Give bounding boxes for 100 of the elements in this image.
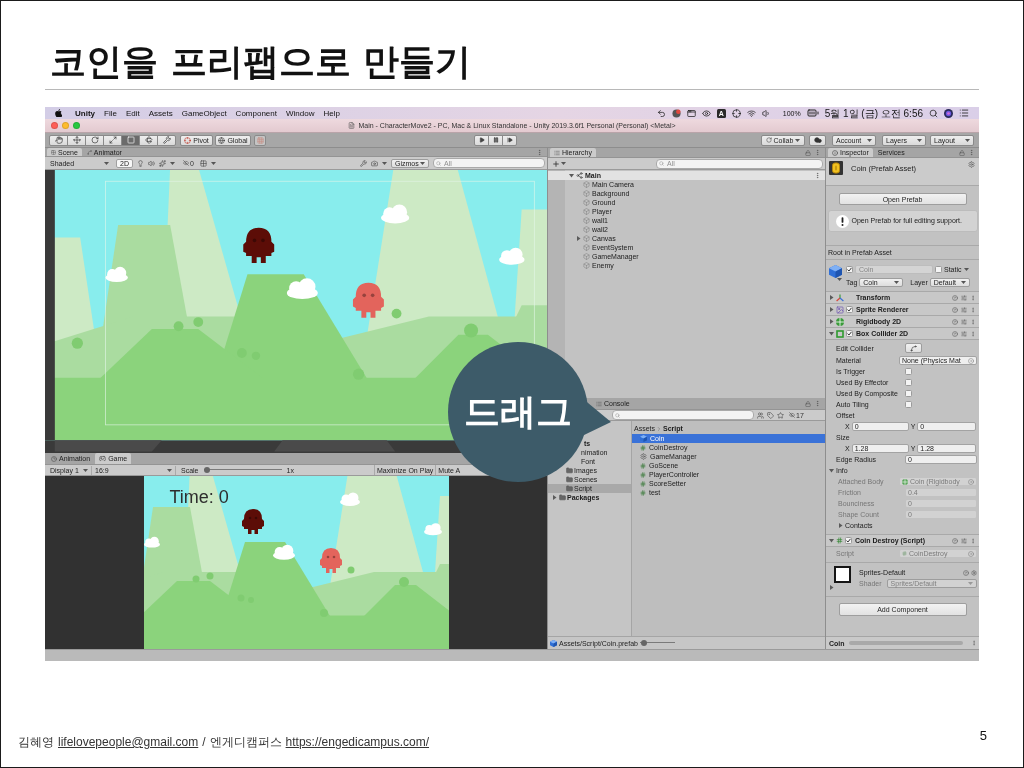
star-icon[interactable]	[777, 411, 784, 419]
toggle-checkbox[interactable]	[905, 368, 912, 375]
slider-thumb[interactable]	[641, 640, 648, 646]
edit-collider-button[interactable]	[905, 343, 922, 353]
menu-item[interactable]: File	[104, 108, 117, 118]
help-icon[interactable]	[952, 537, 958, 544]
lock-icon[interactable]	[805, 149, 811, 156]
menu-item[interactable]: Edit	[125, 108, 140, 118]
users-icon[interactable]	[757, 411, 764, 419]
curved-arrow-icon[interactable]	[656, 108, 666, 118]
collapsed-arrow-icon[interactable]	[829, 319, 834, 324]
enabled-checkbox[interactable]	[846, 306, 853, 313]
slider-thumb[interactable]	[203, 467, 210, 473]
tool-button[interactable]	[49, 134, 68, 146]
collapsed-arrow-icon[interactable]	[829, 295, 834, 300]
collapsed-arrow-icon[interactable]	[829, 585, 834, 590]
search-field[interactable]	[612, 410, 754, 420]
snap-button[interactable]	[254, 134, 266, 146]
tool-button[interactable]	[121, 134, 140, 146]
more-icon[interactable]	[970, 537, 976, 544]
menu-item[interactable]: Window	[285, 108, 315, 118]
cube-icon	[583, 199, 590, 206]
window-icon[interactable]	[686, 108, 696, 118]
lock-icon[interactable]	[959, 149, 965, 156]
sliders-icon[interactable]	[961, 306, 967, 313]
lightbulb-icon[interactable]	[136, 159, 144, 167]
toggle-checkbox[interactable]	[905, 379, 912, 386]
expanded-arrow-icon[interactable]	[569, 173, 574, 178]
sliders-icon[interactable]	[961, 537, 967, 544]
help-icon[interactable]	[952, 306, 958, 313]
active-checkbox[interactable]	[846, 265, 853, 273]
dot-badge-icon[interactable]	[671, 108, 681, 118]
settings-icon[interactable]	[970, 569, 977, 576]
menu-item[interactable]: Assets	[148, 108, 173, 118]
camera-icon[interactable]	[371, 159, 378, 167]
more-icon[interactable]	[971, 640, 977, 646]
help-icon[interactable]	[952, 294, 958, 301]
cloud-sprite	[499, 247, 525, 265]
wrench-icon[interactable]	[360, 159, 367, 167]
collapsed-arrow-icon[interactable]	[829, 307, 834, 312]
battery-icon[interactable]	[806, 107, 819, 119]
playback-button[interactable]	[502, 134, 517, 146]
enabled-checkbox[interactable]	[845, 537, 852, 544]
toggle-checkbox[interactable]	[905, 401, 912, 408]
close-window-button[interactable]	[51, 122, 58, 129]
orb-icon[interactable]	[944, 108, 953, 118]
website-link[interactable]: https://engedicampus.com/	[285, 735, 429, 749]
search-icon[interactable]	[929, 108, 938, 118]
tool-button[interactable]	[103, 134, 122, 146]
cloud-sprite	[339, 492, 360, 506]
help-icon[interactable]	[952, 318, 958, 325]
clock-text[interactable]: 5월 1일 (금) 오전 6:56	[824, 107, 923, 119]
sliders-icon[interactable]	[961, 330, 967, 337]
scale-slider[interactable]	[203, 467, 282, 473]
apple-logo-icon[interactable]	[55, 109, 62, 117]
bush	[71, 337, 83, 349]
toggle-checkbox[interactable]	[905, 390, 912, 397]
sparkles-icon[interactable]	[158, 159, 166, 167]
menu-item[interactable]: Component	[235, 108, 277, 118]
picker-icon[interactable]	[968, 478, 974, 485]
zoom-window-button[interactable]	[73, 122, 80, 129]
speaker-icon[interactable]	[761, 108, 771, 118]
picker-icon[interactable]	[968, 550, 974, 557]
minimize-window-button[interactable]	[62, 122, 69, 129]
caret-icon	[210, 161, 216, 165]
crosshair-icon[interactable]	[731, 108, 741, 118]
email-link[interactable]: lifelovepeople@gmail.com	[58, 735, 199, 749]
list-icon[interactable]	[959, 108, 969, 118]
help-icon[interactable]	[962, 569, 969, 576]
tool-button[interactable]	[85, 134, 104, 146]
sliders-icon[interactable]	[961, 294, 967, 301]
expanded-arrow-icon[interactable]	[829, 331, 834, 336]
app-menu[interactable]: Unity	[75, 108, 95, 118]
zoom-slider[interactable]	[640, 640, 675, 646]
help-icon[interactable]	[952, 330, 958, 337]
collapsed-arrow-icon[interactable]	[576, 236, 581, 241]
menu-item[interactable]: Help	[323, 108, 340, 118]
callout-text: 드래그	[464, 394, 572, 430]
collapsed-arrow-icon[interactable]	[552, 495, 557, 500]
speaker-icon[interactable]	[147, 159, 155, 167]
expanded-arrow-icon[interactable]	[829, 468, 834, 473]
settings-icon[interactable]	[968, 161, 975, 168]
sliders-icon[interactable]	[961, 318, 967, 325]
menu-item[interactable]: GameObject	[181, 108, 227, 118]
cloud-button[interactable]	[809, 134, 826, 146]
lock-icon[interactable]	[805, 400, 811, 407]
tool-button[interactable]	[157, 134, 176, 146]
grid-icon[interactable]	[199, 159, 207, 167]
collapsed-arrow-icon[interactable]	[838, 523, 843, 528]
enabled-checkbox[interactable]	[846, 330, 853, 337]
picker-icon[interactable]	[968, 357, 974, 364]
hash-icon	[902, 551, 907, 556]
expanded-arrow-icon[interactable]	[829, 538, 834, 543]
create-dropdown[interactable]	[550, 159, 568, 168]
tag-icon[interactable]	[767, 411, 774, 419]
wifi-icon[interactable]	[746, 108, 756, 118]
eye-icon[interactable]	[701, 108, 711, 118]
tool-button[interactable]	[139, 134, 158, 146]
static-checkbox[interactable]	[935, 265, 942, 273]
tool-button[interactable]	[67, 134, 86, 146]
